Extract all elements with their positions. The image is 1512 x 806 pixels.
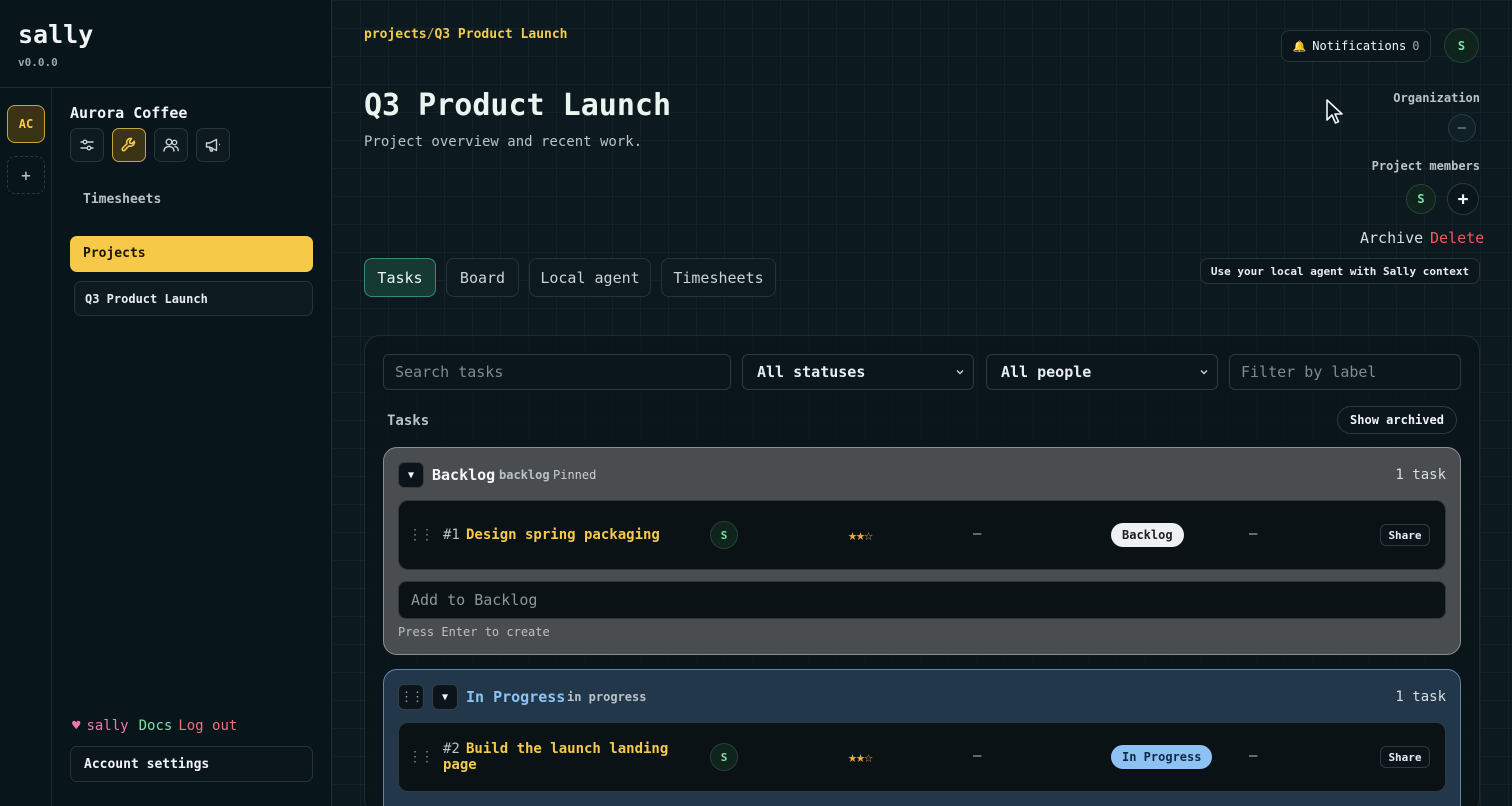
due-date[interactable]: – bbox=[973, 526, 981, 542]
show-archived-button[interactable]: Show archived bbox=[1337, 406, 1457, 434]
sliders-icon bbox=[80, 139, 94, 151]
organization-label: Organization bbox=[1393, 91, 1480, 105]
task-label[interactable]: – bbox=[1249, 526, 1257, 542]
share-button[interactable]: Share bbox=[1380, 524, 1430, 546]
notifications-button[interactable]: 🔔 Notifications 0 bbox=[1281, 30, 1431, 62]
group-title: Backlog bbox=[432, 466, 496, 484]
group-title: In Progress bbox=[466, 688, 566, 706]
organization-value[interactable]: – bbox=[1448, 114, 1476, 142]
drag-handle-icon[interactable]: ⋮⋮ bbox=[408, 527, 434, 543]
task-row[interactable]: ⋮⋮ #2 Build the launch landing page S ★★… bbox=[398, 722, 1446, 792]
bell-icon: 🔔 bbox=[1292, 39, 1307, 53]
mouse-cursor-icon bbox=[1326, 99, 1343, 124]
chevron-down-icon bbox=[1200, 370, 1208, 375]
status-filter-select[interactable]: All statuses bbox=[742, 354, 974, 390]
breadcrumb-current: Q3 Product Launch bbox=[434, 27, 568, 42]
add-org-button[interactable]: + bbox=[7, 156, 45, 194]
sidebar-item-q3-product-launch[interactable]: Q3 Product Launch bbox=[74, 281, 313, 316]
priority-stars[interactable]: ★★☆ bbox=[848, 748, 873, 766]
notifications-label: Notifications bbox=[1312, 39, 1407, 53]
task-title[interactable]: Design spring packaging bbox=[466, 527, 696, 543]
assignee-avatar[interactable]: S bbox=[710, 743, 738, 771]
notifications-count: 0 bbox=[1412, 39, 1420, 53]
assignee-avatar[interactable]: S bbox=[710, 521, 738, 549]
local-agent-context-button[interactable]: Use your local agent with Sally context bbox=[1200, 258, 1480, 284]
collapse-toggle-icon[interactable]: ▼ bbox=[432, 684, 458, 710]
announcements-tool-button[interactable] bbox=[196, 128, 230, 162]
group-drag-handle-icon[interactable]: ⋮⋮ bbox=[398, 684, 424, 710]
account-settings-button[interactable]: Account settings bbox=[70, 746, 313, 782]
org-rail bbox=[0, 88, 52, 806]
breadcrumb-projects-link[interactable]: projects bbox=[364, 27, 427, 42]
add-task-hint: Press Enter to create bbox=[398, 625, 550, 639]
page-title: Q3 Product Launch bbox=[364, 88, 672, 123]
add-member-button[interactable]: + bbox=[1447, 183, 1479, 215]
group-key: in progress bbox=[567, 690, 647, 704]
tasks-section-label: Tasks bbox=[387, 413, 430, 429]
group-task-count: 1 task bbox=[1395, 689, 1446, 705]
priority-stars[interactable]: ★★☆ bbox=[848, 526, 873, 544]
add-task-input-backlog[interactable]: Add to Backlog bbox=[398, 581, 1446, 619]
app-version: v0.0.0 bbox=[18, 56, 58, 69]
tools-button[interactable] bbox=[112, 128, 146, 162]
sally-link[interactable]: sally bbox=[86, 718, 128, 734]
task-row[interactable]: ⋮⋮ #1 Design spring packaging S ★★☆ – Ba… bbox=[398, 500, 1446, 570]
megaphone-icon bbox=[205, 138, 220, 152]
member-avatar[interactable]: S bbox=[1406, 184, 1436, 214]
docs-link[interactable]: Docs bbox=[139, 718, 173, 734]
status-badge[interactable]: In Progress bbox=[1111, 745, 1213, 769]
share-button[interactable]: Share bbox=[1380, 746, 1430, 768]
group-task-count: 1 task bbox=[1395, 467, 1446, 483]
people-filter-select[interactable]: All people bbox=[986, 354, 1218, 390]
users-icon bbox=[163, 138, 179, 152]
sidebar-footer-links: ♥ sally Docs Log out bbox=[72, 718, 237, 734]
members-tool-button[interactable] bbox=[154, 128, 188, 162]
due-date[interactable]: – bbox=[973, 748, 981, 764]
group-key: backlog bbox=[499, 468, 550, 482]
sidebar-item-timesheets[interactable]: Timesheets bbox=[83, 192, 161, 207]
user-avatar[interactable]: S bbox=[1444, 28, 1479, 63]
breadcrumb: projects/Q3 Product Launch bbox=[364, 27, 568, 42]
page-subtitle: Project overview and recent work. bbox=[364, 134, 643, 150]
archive-button[interactable]: Archive bbox=[1360, 229, 1423, 247]
delete-button[interactable]: Delete bbox=[1430, 229, 1484, 247]
collapse-toggle-icon[interactable]: ▼ bbox=[398, 462, 424, 488]
wrench-icon bbox=[121, 137, 136, 152]
tab-timesheets[interactable]: Timesheets bbox=[661, 258, 776, 297]
pinned-badge: Pinned bbox=[553, 468, 597, 482]
status-badge[interactable]: Backlog bbox=[1111, 523, 1184, 547]
task-label[interactable]: – bbox=[1249, 748, 1257, 764]
project-members-label: Project members bbox=[1371, 159, 1480, 173]
tab-local-agent[interactable]: Local agent bbox=[529, 258, 651, 297]
search-input[interactable]: Search tasks bbox=[383, 354, 731, 390]
chevron-down-icon bbox=[956, 370, 964, 375]
app-logo[interactable]: sally bbox=[18, 20, 93, 49]
org-switcher-aurora-coffee[interactable]: AC bbox=[7, 105, 45, 143]
org-name: Aurora Coffee bbox=[70, 104, 188, 122]
drag-handle-icon[interactable]: ⋮⋮ bbox=[408, 749, 434, 765]
task-title[interactable]: Build the launch landing page bbox=[443, 741, 683, 773]
logout-link[interactable]: Log out bbox=[178, 718, 237, 734]
sidebar-item-projects[interactable]: Projects bbox=[70, 236, 313, 272]
brand-area: sally v0.0.0 bbox=[0, 0, 332, 88]
tab-tasks[interactable]: Tasks bbox=[364, 258, 436, 297]
settings-tool-button[interactable] bbox=[70, 128, 104, 162]
status-filter-value: All statuses bbox=[757, 363, 866, 381]
label-filter-input[interactable]: Filter by label bbox=[1229, 354, 1461, 390]
tab-board[interactable]: Board bbox=[446, 258, 519, 297]
heart-icon: ♥ bbox=[72, 718, 81, 734]
task-number: #1 bbox=[443, 527, 460, 543]
people-filter-value: All people bbox=[1001, 363, 1092, 381]
